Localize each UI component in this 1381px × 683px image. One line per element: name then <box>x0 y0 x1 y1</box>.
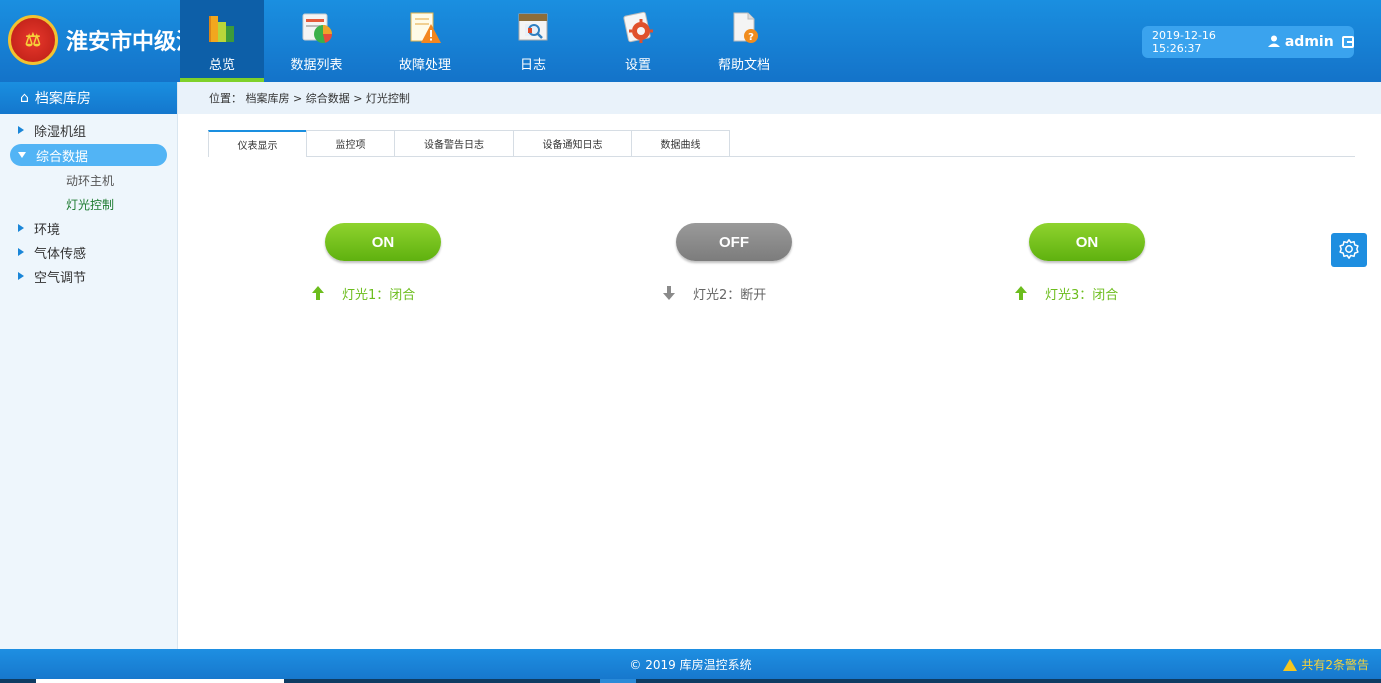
sidebar: ⌂ 档案库房 除湿机组 综合数据 动环主机 灯光控制 环境 气体传感 空气调节 <box>0 82 178 649</box>
sidebar-item-label: 气体传感 <box>34 246 87 262</box>
light-1-switch[interactable]: ON <box>325 223 441 261</box>
sidebar-item-air-conditioning[interactable]: 空气调节 <box>0 264 177 288</box>
nav-log[interactable]: 日志 <box>481 0 585 82</box>
logout-icon[interactable] <box>1341 36 1354 48</box>
bottom-strip-segment <box>600 679 636 683</box>
sidebar-title[interactable]: ⌂ 档案库房 <box>0 82 177 114</box>
arrow-up-icon <box>310 285 326 301</box>
caret-right-icon <box>18 126 24 134</box>
light-2-switch[interactable]: OFF <box>676 223 792 261</box>
arrow-up-icon <box>1013 285 1029 301</box>
user-icon <box>1267 35 1280 50</box>
bottom-strip <box>0 679 1381 683</box>
tab-device-warning-log[interactable]: 设备警告日志 <box>394 130 514 156</box>
sidebar-subitem-host[interactable]: 动环主机 <box>0 168 177 192</box>
sidebar-item-label: 除湿机组 <box>34 124 87 140</box>
main-nav: 总览 数据列表 故障处理 日志 设置 ? 帮助文档 <box>180 0 797 82</box>
breadcrumb: 位置： 档案库房 > 综合数据 > 灯光控制 <box>178 82 1381 114</box>
sidebar-item-composite-data[interactable]: 综合数据 <box>10 144 167 166</box>
data-list-chart-icon <box>299 10 335 46</box>
svg-text:?: ? <box>748 32 754 43</box>
nav-overview[interactable]: 总览 <box>180 0 264 82</box>
help-document-icon: ? <box>726 10 762 46</box>
nav-help-label: 帮助文档 <box>717 58 770 73</box>
nav-settings[interactable]: 设置 <box>585 0 691 82</box>
tab-device-notice-log[interactable]: 设备通知日志 <box>513 130 632 156</box>
alarm-notice[interactable]: 共有2条警告 <box>1283 656 1369 673</box>
light-2-status: 灯光2：断开 <box>661 283 766 303</box>
tab-gauge-display[interactable]: 仪表显示 <box>208 130 307 157</box>
nav-settings-label: 设置 <box>624 58 651 73</box>
court-emblem-icon: ⚖ <box>8 15 58 65</box>
sidebar-title-label: 档案库房 <box>34 91 91 107</box>
nav-data-list-label: 数据列表 <box>290 58 343 73</box>
nav-log-label: 日志 <box>519 58 546 73</box>
gear-icon <box>1338 238 1360 263</box>
tab-monitor-items[interactable]: 监控项 <box>306 130 395 156</box>
settings-gear-icon <box>620 10 656 46</box>
copyright-text: © 2019 库房温控系统 <box>629 657 752 672</box>
nav-fault-label: 故障处理 <box>398 58 451 73</box>
warning-icon <box>1283 658 1298 671</box>
nav-overview-label: 总览 <box>208 58 235 73</box>
bottom-strip-segment <box>36 679 284 683</box>
caret-down-icon <box>18 152 26 158</box>
top-header: ⚖ 淮安市中级法院 总览 数据列表 故障处理 日志 设置 ? 帮助文档 2019… <box>0 0 1381 82</box>
settings-button[interactable] <box>1331 233 1367 267</box>
light-3-status-text: 灯光3：闭合 <box>1045 287 1119 303</box>
sidebar-item-label: 环境 <box>34 222 61 238</box>
current-datetime: 2019-12-16 15:26:37 <box>1152 29 1216 55</box>
sidebar-item-label: 空气调节 <box>34 270 87 286</box>
username[interactable]: admin <box>1285 34 1334 50</box>
home-icon: ⌂ <box>20 90 29 106</box>
user-info-box: 2019-12-16 15:26:37 admin <box>1142 26 1354 58</box>
light-1-status: 灯光1：闭合 <box>310 283 415 303</box>
light-1-status-text: 灯光1：闭合 <box>342 287 416 303</box>
light-3-status: 灯光3：闭合 <box>1013 283 1118 303</box>
light-2-status-text: 灯光2：断开 <box>693 287 767 303</box>
sidebar-item-label: 综合数据 <box>36 149 89 165</box>
tab-bar: 仪表显示 监控项 设备警告日志 设备通知日志 数据曲线 <box>208 130 1355 157</box>
arrow-down-icon <box>661 285 677 301</box>
caret-right-icon <box>18 224 24 232</box>
sidebar-item-environment[interactable]: 环境 <box>0 216 177 240</box>
footer: © 2019 库房温控系统 共有2条警告 <box>0 649 1381 679</box>
sidebar-item-dehumidifier[interactable]: 除湿机组 <box>0 118 177 142</box>
log-calendar-icon <box>515 10 551 46</box>
sidebar-item-gas-sensor[interactable]: 气体传感 <box>0 240 177 264</box>
caret-right-icon <box>18 272 24 280</box>
tab-data-curve[interactable]: 数据曲线 <box>631 130 730 156</box>
sidebar-menu: 除湿机组 综合数据 动环主机 灯光控制 环境 气体传感 空气调节 <box>0 114 177 288</box>
light-3-switch[interactable]: ON <box>1029 223 1145 261</box>
sidebar-subitem-light-control[interactable]: 灯光控制 <box>0 192 177 216</box>
overview-books-icon <box>204 10 240 46</box>
caret-right-icon <box>18 248 24 256</box>
alarm-text: 共有2条警告 <box>1301 658 1369 672</box>
nav-data-list[interactable]: 数据列表 <box>264 0 369 82</box>
nav-fault[interactable]: 故障处理 <box>369 0 481 82</box>
fault-warning-icon <box>407 10 443 46</box>
nav-help[interactable]: ? 帮助文档 <box>691 0 797 82</box>
